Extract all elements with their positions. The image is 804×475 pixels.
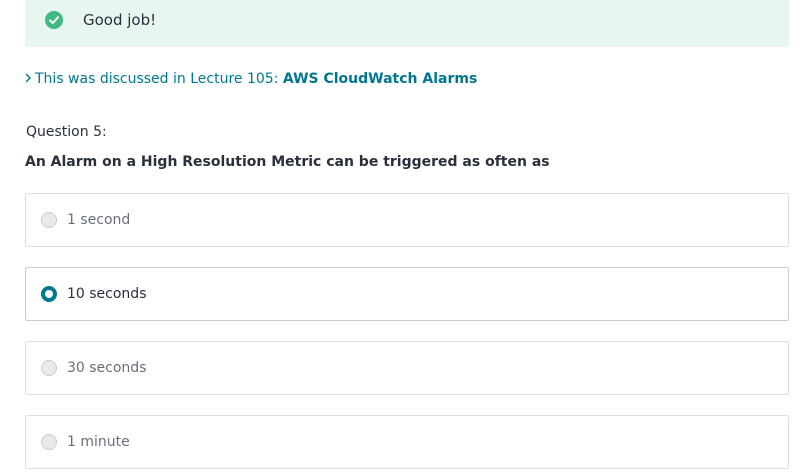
check-circle-icon <box>45 11 63 29</box>
answer-option-3[interactable]: 30 seconds <box>25 341 789 395</box>
radio-button[interactable] <box>41 434 57 450</box>
answer-option-1[interactable]: 1 second <box>25 193 789 247</box>
option-label: 10 seconds <box>67 286 147 302</box>
quiz-result-panel: Good job! This was discussed in Lecture … <box>0 0 804 475</box>
answer-option-2[interactable]: 10 seconds <box>25 267 789 321</box>
question-number: Question 5: <box>26 124 107 140</box>
chevron-right-icon <box>25 69 33 89</box>
radio-button[interactable] <box>41 212 57 228</box>
lecture-link[interactable]: AWS CloudWatch Alarms <box>283 71 477 87</box>
answer-option-4[interactable]: 1 minute <box>25 415 789 469</box>
option-label: 1 minute <box>67 434 130 450</box>
success-banner: Good job! <box>25 0 789 47</box>
question-text: An Alarm on a High Resolution Metric can… <box>25 154 550 170</box>
option-label: 1 second <box>67 212 131 228</box>
reference-prefix: This was discussed in Lecture 105: <box>35 71 279 87</box>
lecture-reference: This was discussed in Lecture 105: AWS C… <box>25 69 477 89</box>
radio-button[interactable] <box>41 360 57 376</box>
radio-button[interactable] <box>41 286 57 302</box>
feedback-message: Good job! <box>83 11 157 29</box>
option-label: 30 seconds <box>67 360 147 376</box>
